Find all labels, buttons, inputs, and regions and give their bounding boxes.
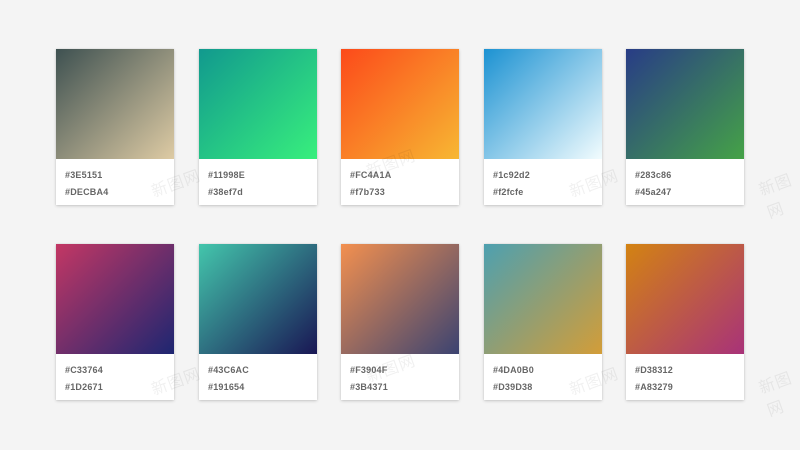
color-code-end: #A83279 [635, 382, 673, 392]
color-code-end: #D39D38 [493, 382, 533, 392]
gradient-card-6: #C33764 #1D2671 [56, 244, 174, 400]
color-code-end: #DECBA4 [65, 187, 109, 197]
gradient-swatch [626, 49, 744, 159]
watermark: 新图网 [756, 369, 795, 421]
color-code-start: #3E5151 [65, 170, 103, 180]
color-code-end: #3B4371 [350, 382, 388, 392]
color-codes: #4DA0B0 #D39D38 [484, 354, 602, 396]
gradient-card-2: #11998E #38ef7d [199, 49, 317, 205]
gradient-swatch [341, 49, 459, 159]
color-code-start: #FC4A1A [350, 170, 392, 180]
gradient-card-4: #1c92d2 #f2fcfe [484, 49, 602, 205]
color-codes: #3E5151 #DECBA4 [56, 159, 174, 201]
gradient-swatch [341, 244, 459, 354]
color-code-start: #1c92d2 [493, 170, 530, 180]
color-codes: #C33764 #1D2671 [56, 354, 174, 396]
gradient-swatch [56, 49, 174, 159]
color-code-end: #1D2671 [65, 382, 103, 392]
color-code-end: #f2fcfe [493, 187, 524, 197]
gradient-swatch [626, 244, 744, 354]
gradient-swatch [484, 244, 602, 354]
color-code-start: #4DA0B0 [493, 365, 534, 375]
color-codes: #283c86 #45a247 [626, 159, 744, 201]
color-codes: #D38312 #A83279 [626, 354, 744, 396]
gradient-swatch [199, 244, 317, 354]
color-code-end: #191654 [208, 382, 245, 392]
color-codes: #FC4A1A #f7b733 [341, 159, 459, 201]
color-code-start: #11998E [208, 170, 245, 180]
color-code-start: #C33764 [65, 365, 103, 375]
color-codes: #11998E #38ef7d [199, 159, 317, 201]
gradient-swatch [484, 49, 602, 159]
color-codes: #43C6AC #191654 [199, 354, 317, 396]
gradient-swatch [56, 244, 174, 354]
watermark: 新图网 [756, 171, 795, 223]
color-codes: #1c92d2 #f2fcfe [484, 159, 602, 201]
gradient-card-3: #FC4A1A #f7b733 [341, 49, 459, 205]
gradient-swatch [199, 49, 317, 159]
color-code-start: #D38312 [635, 365, 673, 375]
gradient-card-5: #283c86 #45a247 [626, 49, 744, 205]
color-codes: #F3904F #3B4371 [341, 354, 459, 396]
color-code-start: #283c86 [635, 170, 672, 180]
color-code-end: #38ef7d [208, 187, 243, 197]
color-code-start: #F3904F [350, 365, 388, 375]
color-code-end: #f7b733 [350, 187, 385, 197]
gradient-card-8: #F3904F #3B4371 [341, 244, 459, 400]
color-code-start: #43C6AC [208, 365, 249, 375]
gradient-card-1: #3E5151 #DECBA4 [56, 49, 174, 205]
gradient-card-7: #43C6AC #191654 [199, 244, 317, 400]
gradient-card-9: #4DA0B0 #D39D38 [484, 244, 602, 400]
color-code-end: #45a247 [635, 187, 672, 197]
gradient-card-10: #D38312 #A83279 [626, 244, 744, 400]
